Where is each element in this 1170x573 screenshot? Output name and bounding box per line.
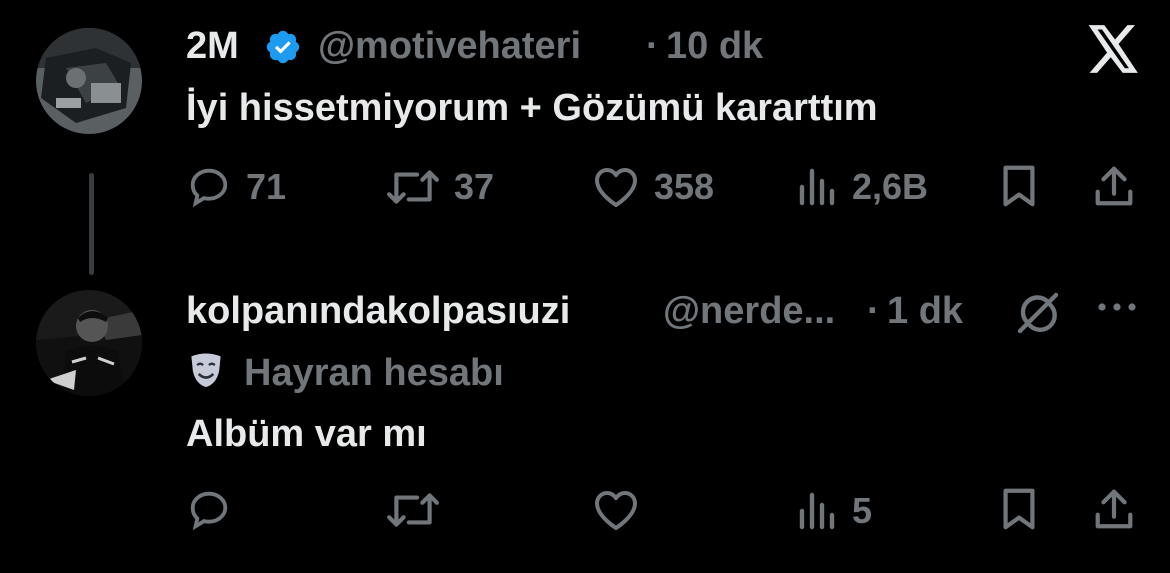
views-count: 2,6B xyxy=(852,166,929,207)
retweet-count: 37 xyxy=(454,166,495,207)
bookmark-icon xyxy=(1003,165,1035,207)
separator-dot: · xyxy=(646,25,659,67)
tweet-time[interactable]: 10 dk xyxy=(666,25,763,68)
share-button[interactable] xyxy=(1092,163,1136,209)
reply-retweet-button[interactable] xyxy=(386,487,440,533)
verified-badge-icon xyxy=(264,28,302,71)
retweet-icon xyxy=(387,493,439,527)
reply-icon xyxy=(190,168,228,208)
avatar-motivehateri[interactable] xyxy=(36,28,142,134)
reply-user-handle[interactable]: @nerde... xyxy=(663,290,835,333)
display-name[interactable]: 2M xyxy=(186,25,239,68)
reply-bookmark-button[interactable] xyxy=(999,486,1039,532)
like-button[interactable]: 358 xyxy=(592,164,714,210)
tweet-thread: 2M @motivehateri · 10 dk İyi hissetmiyor… xyxy=(0,0,1170,573)
bookmark-icon xyxy=(1003,488,1035,530)
bookmark-button[interactable] xyxy=(999,163,1039,209)
reply-display-name[interactable]: kolpanındakolpasıuzi xyxy=(186,290,570,333)
reply-reply-button[interactable] xyxy=(186,487,232,533)
avatar-kolpanindakolpasiuzi[interactable] xyxy=(36,290,142,396)
reply-icon xyxy=(190,491,228,531)
user-handle[interactable]: @motivehateri xyxy=(318,25,581,68)
share-icon xyxy=(1095,166,1133,206)
reply-count: 71 xyxy=(246,166,287,207)
like-icon xyxy=(595,491,637,530)
reply-text: Albüm var mı xyxy=(186,413,427,455)
reply-separator-dot: · xyxy=(867,290,880,332)
retweet-button[interactable]: 37 xyxy=(386,164,494,210)
views-icon xyxy=(799,492,835,530)
reply-share-button[interactable] xyxy=(1092,486,1136,532)
retweet-icon xyxy=(387,170,439,204)
tweet-text: İyi hissetmiyorum + Gözümü kararttım xyxy=(186,87,878,129)
mask-icon xyxy=(188,352,224,395)
more-icon[interactable] xyxy=(1096,300,1138,319)
views-icon xyxy=(799,168,835,206)
thread-connector-line xyxy=(89,173,94,275)
views-button[interactable]: 2,6B xyxy=(798,166,928,208)
grok-icon[interactable] xyxy=(1014,289,1062,342)
reply-time[interactable]: 1 dk xyxy=(887,290,963,333)
reply-views-button[interactable]: 5 xyxy=(798,490,872,532)
like-count: 358 xyxy=(654,166,715,207)
x-logo-icon xyxy=(1088,25,1140,78)
share-icon xyxy=(1095,489,1133,529)
fan-account-label: Hayran hesabı xyxy=(244,352,504,394)
like-icon xyxy=(595,168,637,207)
reply-like-button[interactable] xyxy=(592,487,640,533)
reply-button[interactable]: 71 xyxy=(186,164,286,210)
reply-views-count: 5 xyxy=(852,490,873,531)
